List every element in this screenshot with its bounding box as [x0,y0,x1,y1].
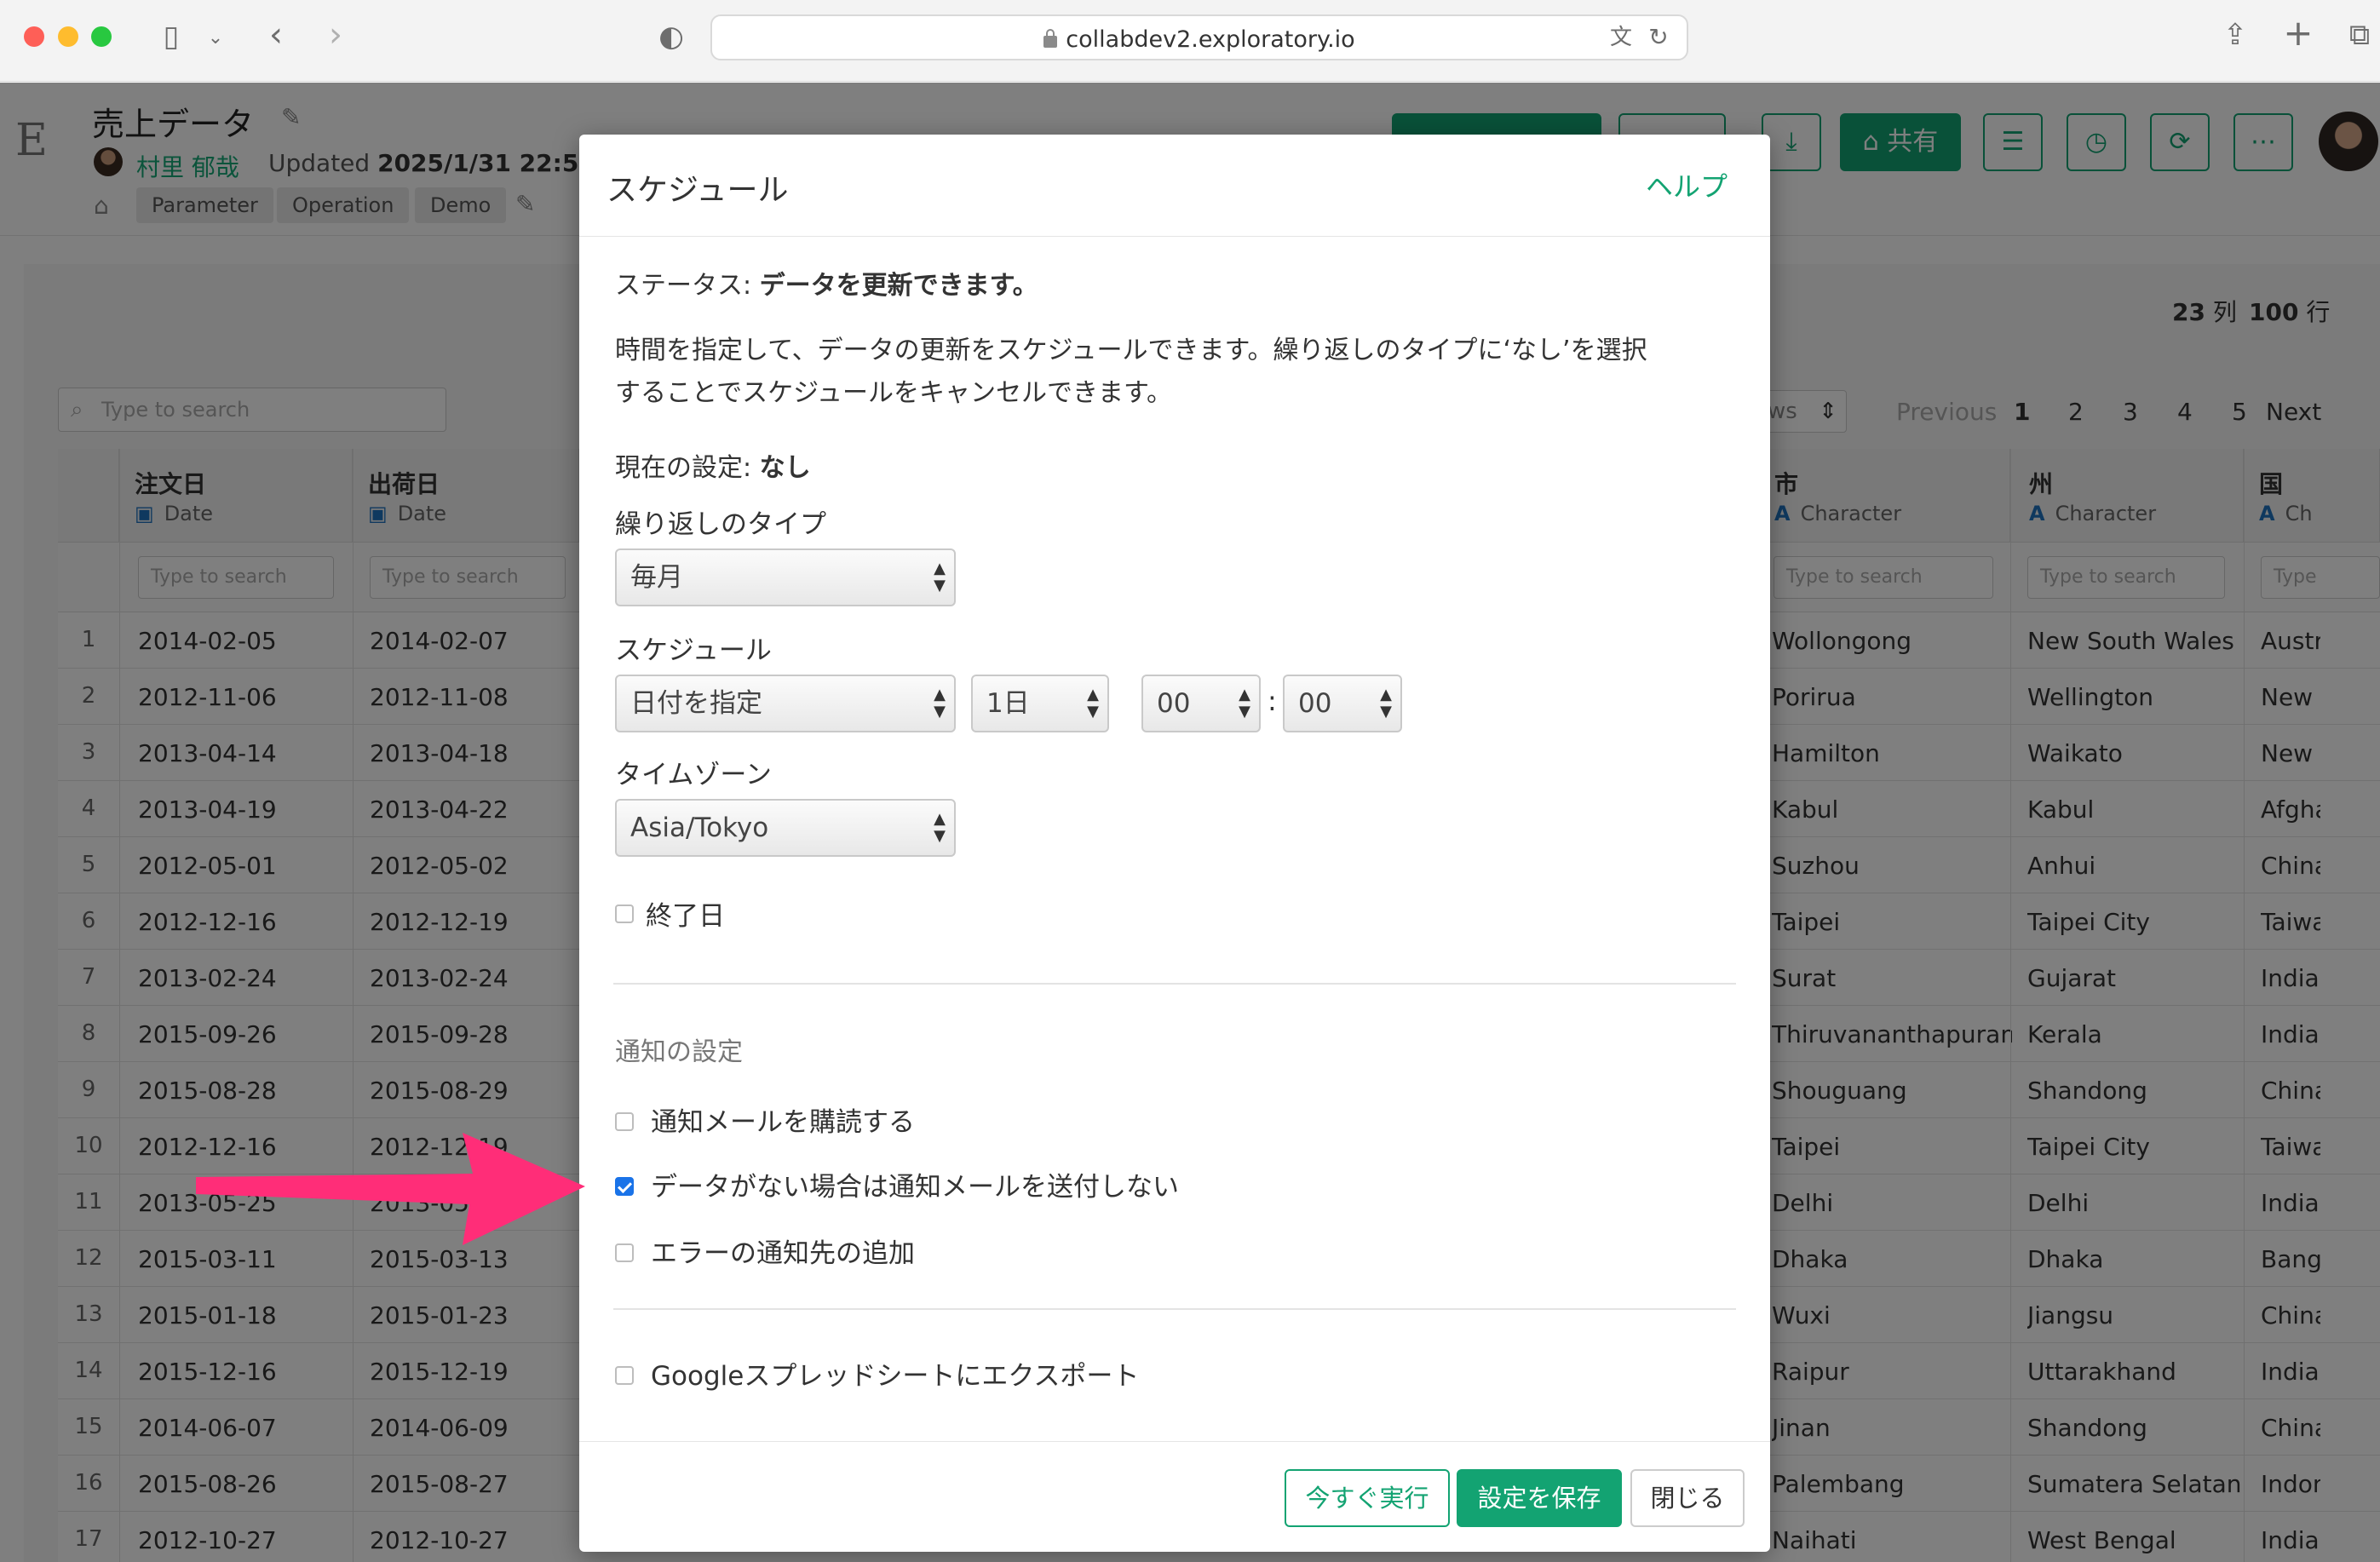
reload-icon[interactable]: ↻ [1646,23,1671,52]
select-arrows-icon: ▲ ▼ [1380,686,1392,721]
close-window-button[interactable] [24,26,44,47]
select-arrows-icon: ▲ ▼ [934,686,946,721]
back-icon[interactable]: ‹ [261,18,291,52]
shield-icon: ◐ [658,20,684,54]
timezone-label: タイムゾーン [615,760,772,790]
browser-toolbar: ▯ ⌄ ‹ › ◐ collabdev2.exploratory.io 文 ↻ … [0,0,2380,82]
divider [613,983,1736,985]
dialog-footer: 今すぐ実行 設定を保存 閉じる [579,1441,1770,1552]
chevron-down-icon[interactable]: ⌄ [204,24,227,53]
help-link[interactable]: ヘルプ [1646,165,1728,204]
schedule-dialog: スケジュール ヘルプ ステータス: データを更新できます。 時間を指定して、デー… [579,135,1770,1552]
annotation-arrow-icon [196,1133,585,1245]
select-arrows-icon: ▲ ▼ [934,810,946,845]
schedule-label: スケジュール [615,635,772,666]
new-tab-icon[interactable]: + [2283,15,2314,51]
address-bar[interactable]: collabdev2.exploratory.io 文 ↻ [710,14,1688,60]
no-data-email-checkbox[interactable] [615,1177,634,1196]
no-data-email-label: データがない場合は通知メールを送付しない [651,1172,1179,1203]
run-now-button[interactable]: 今すぐ実行 [1285,1469,1450,1527]
sidebar-icon[interactable]: ▯ [152,22,191,51]
zoom-window-button[interactable] [91,26,112,47]
select-arrows-icon: ▲ ▼ [1239,686,1250,721]
error-notify-checkbox[interactable] [615,1243,634,1262]
subscribe-email-checkbox[interactable] [615,1112,634,1131]
subscribe-email-label: 通知メールを購読する [651,1107,915,1138]
translate-icon[interactable]: 文 [1607,23,1636,52]
tabs-icon[interactable]: ⧉ [2344,20,2375,49]
repeat-type-select[interactable]: 毎月 ▲ ▼ [615,548,956,606]
save-settings-button[interactable]: 設定を保存 [1457,1469,1622,1527]
lock-icon [1043,29,1058,48]
end-date-checkbox[interactable] [615,904,634,923]
end-date-label: 終了日 [646,901,725,932]
repeat-type-label: 繰り返しのタイプ [615,509,826,540]
gsheet-export-label: Googleスプレッドシートにエクスポート [651,1361,1140,1392]
select-arrows-icon: ▲ ▼ [934,560,946,594]
share-icon[interactable]: ⇪ [2220,20,2251,49]
minimize-window-button[interactable] [58,26,78,47]
close-button[interactable]: 閉じる [1630,1469,1745,1527]
schedule-mode-select[interactable]: 日付を指定 ▲ ▼ [615,675,956,732]
notification-section-title: 通知の設定 [615,1037,743,1067]
schedule-minute-select[interactable]: 00 ▲ ▼ [1283,675,1402,732]
status-line: ステータス: データを更新できます。 [615,271,1038,301]
timezone-select[interactable]: Asia/Tokyo ▲ ▼ [615,799,956,857]
divider [613,1308,1736,1310]
schedule-day-select[interactable]: 1日 ▲ ▼ [971,675,1109,732]
description-line-1: 時間を指定して、データの更新をスケジュールできます。繰り返しのタイプに‘なし’を… [615,336,1647,365]
current-setting: 現在の設定: なし [615,453,811,483]
error-notify-label: エラーの通知先の追加 [651,1238,915,1269]
forward-icon[interactable]: › [320,18,351,52]
time-separator: : [1268,685,1277,717]
url-text: collabdev2.exploratory.io [1066,26,1355,53]
dialog-title: スケジュール [606,173,789,208]
select-arrows-icon: ▲ ▼ [1087,686,1099,721]
schedule-hour-select[interactable]: 00 ▲ ▼ [1141,675,1261,732]
gsheet-export-checkbox[interactable] [615,1366,634,1385]
dialog-header: スケジュール ヘルプ [579,135,1770,237]
description-line-2: することでスケジュールをキャンセルできます。 [615,378,1172,408]
